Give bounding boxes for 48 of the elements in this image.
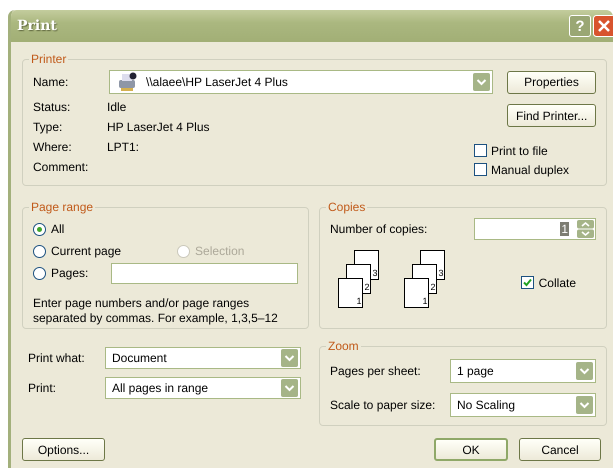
field-label: Print what: (28, 351, 86, 365)
spinner-arrows-icon[interactable] (577, 220, 594, 238)
dropdown[interactable]: All pages in range (105, 377, 301, 399)
printer-icon (116, 72, 138, 92)
info-label: Type: (33, 120, 64, 134)
info-label: Where: (33, 140, 73, 154)
radio-button[interactable] (33, 266, 46, 280)
find-printer-button[interactable]: Find Printer... (507, 104, 596, 127)
radio-label[interactable]: Current page (51, 244, 122, 258)
hint-text: Enter page numbers and/or page ranges separated by commas. For example, 1,3,5–12 (33, 296, 279, 326)
info-value: LPT1: (107, 140, 140, 154)
group-label: Page range (30, 200, 94, 214)
radio-button[interactable] (33, 244, 46, 258)
page-stack-drawing: 3 2 1 (404, 250, 446, 312)
window-title: Print (17, 18, 58, 34)
dropdown[interactable]: No Scaling (450, 393, 596, 417)
checkbox[interactable] (474, 163, 487, 176)
checkbox-label[interactable]: Print to file (491, 144, 548, 158)
printer-dropdown[interactable]: \\alaee\HP LaserJet 4 Plus (109, 70, 493, 94)
info-value: HP LaserJet 4 Plus (107, 120, 210, 134)
group-label: Printer (30, 52, 68, 66)
dropdown[interactable]: Document (105, 347, 301, 369)
field-label: Name: (33, 75, 70, 89)
radio-label[interactable]: Pages: (51, 266, 105, 280)
radio-label[interactable]: All (51, 222, 64, 236)
field-label: Print: (28, 381, 58, 395)
dialog-button[interactable]: Cancel (519, 438, 601, 461)
dialog-button[interactable]: Options... (22, 438, 105, 461)
dropdown[interactable]: 1 page (450, 359, 596, 383)
group-label: Copies (327, 200, 366, 214)
copies-spinner[interactable]: 1 (474, 218, 596, 240)
checkbox-label[interactable]: Collate (538, 276, 576, 290)
close-icon[interactable] (593, 15, 613, 37)
page-stack-drawing: 3 2 1 (338, 250, 380, 312)
field-label: Scale to paper size: (330, 398, 436, 412)
dialog-button[interactable]: OK (434, 438, 508, 461)
checkbox[interactable] (520, 276, 534, 289)
checkbox[interactable] (474, 144, 487, 157)
checkbox-label[interactable]: Manual duplex (491, 162, 570, 176)
field-label: Pages per sheet: (330, 364, 422, 378)
radio-button[interactable] (33, 222, 46, 236)
info-label: Status: (33, 100, 72, 114)
properties-button[interactable]: Properties (507, 70, 596, 94)
field-label: Number of copies: (330, 222, 428, 236)
info-value: Idle (107, 100, 126, 114)
info-label: Comment: (33, 160, 90, 174)
pages-field[interactable] (111, 262, 298, 284)
group-label: Zoom (327, 339, 360, 353)
